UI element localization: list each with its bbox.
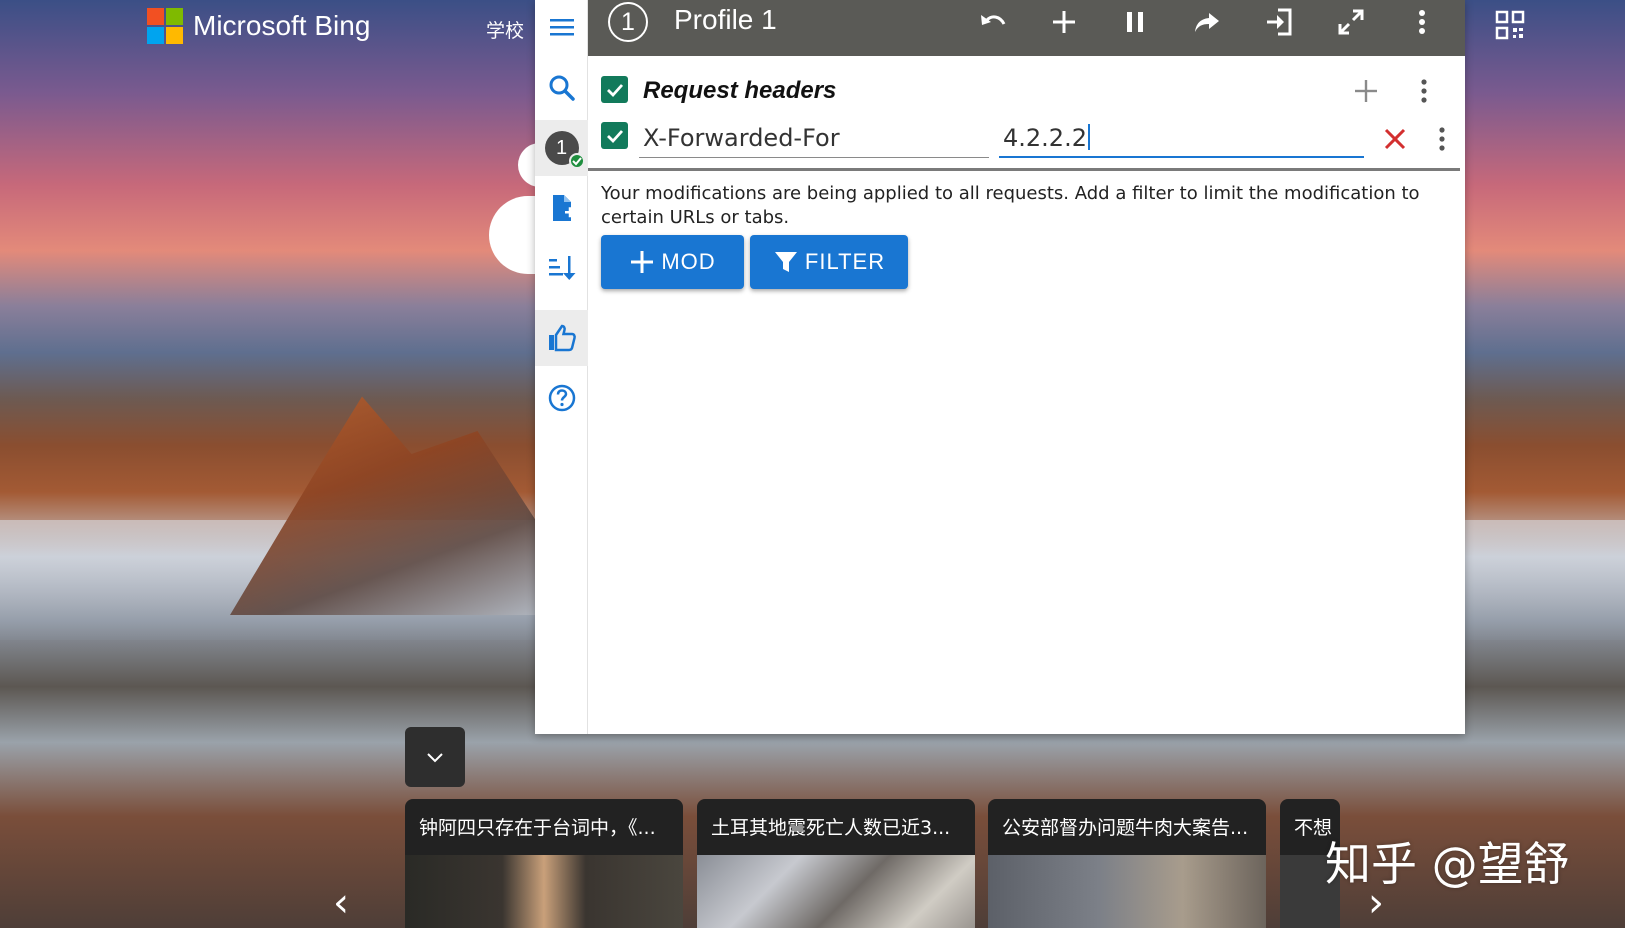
more-vertical-icon [1421, 79, 1427, 103]
sidebar-profile-1[interactable]: 1 [535, 120, 588, 176]
zhihu-watermark: 知乎 @望舒 [1325, 837, 1570, 891]
collapse-feed-button[interactable] [405, 727, 465, 787]
add-filter-button[interactable]: FILTER [750, 235, 908, 289]
share-icon [1195, 13, 1219, 32]
news-thumbnail [697, 855, 975, 928]
modheader-panel: 1 1 Profile 1 Request headers X-Forwarde… [535, 0, 1465, 734]
text-cursor [1087, 124, 1090, 150]
expand-icon [1338, 9, 1364, 35]
add-mod-label: MOD [661, 249, 716, 274]
add-header-button[interactable] [1351, 76, 1381, 106]
header-more-button[interactable] [1427, 124, 1457, 154]
close-icon [1384, 128, 1406, 150]
header-name-input[interactable]: X-Forwarded-For [639, 120, 989, 158]
news-card[interactable]: 钟阿四只存在于台词中，《... [405, 799, 683, 928]
add-profile-button[interactable] [535, 180, 588, 236]
bing-brand-text: Microsoft Bing [193, 10, 371, 41]
section-title: Request headers [643, 77, 837, 104]
request-headers-checkbox[interactable] [601, 76, 628, 103]
profile-number-badge[interactable]: 1 [608, 2, 648, 42]
news-card[interactable]: 公安部督办问题牛肉大案告... [988, 799, 1266, 928]
header-value-input[interactable]: 4.2.2.2 [999, 120, 1364, 158]
delete-header-button[interactable] [1380, 124, 1410, 154]
rate-extension-button[interactable] [535, 310, 588, 366]
pause-icon [1127, 12, 1143, 32]
import-button[interactable] [1263, 6, 1295, 38]
help-icon [548, 384, 575, 412]
add-filter-label: FILTER [804, 249, 886, 274]
header-value-text: 4.2.2.2 [1003, 124, 1087, 152]
undo-button[interactable] [977, 6, 1009, 38]
news-thumbnail [988, 855, 1266, 928]
check-icon [606, 83, 623, 97]
profile-toolbar: 1 Profile 1 [588, 0, 1465, 56]
section-divider [588, 168, 1460, 171]
news-title: 土耳其地震死亡人数已近3... [711, 817, 951, 839]
sort-icon [548, 256, 575, 280]
help-button[interactable] [535, 370, 588, 426]
expand-button[interactable] [1335, 6, 1367, 38]
profile-avatar: 1 [544, 131, 585, 169]
header-enabled-checkbox[interactable] [601, 122, 628, 149]
bing-nav-school[interactable]: 学校 [486, 16, 524, 43]
file-add-icon [552, 195, 575, 221]
hamburger-menu-icon [549, 19, 574, 36]
qr-code-icon[interactable] [1495, 10, 1525, 40]
sort-button[interactable] [535, 240, 588, 296]
profile-name[interactable]: Profile 1 [674, 4, 777, 36]
section-more-button[interactable] [1409, 76, 1439, 106]
more-vertical-icon [1439, 127, 1445, 151]
search-icon [549, 75, 575, 101]
filter-icon [774, 252, 797, 272]
plus-icon [1355, 80, 1377, 102]
chevron-down-icon [427, 753, 443, 763]
check-icon [606, 129, 623, 143]
profile-avatar-number: 1 [555, 136, 568, 159]
thumbs-up-icon [548, 324, 576, 352]
add-modification-toolbar-button[interactable] [1048, 6, 1080, 38]
search-button[interactable] [535, 60, 588, 116]
more-options-button[interactable] [1406, 6, 1438, 38]
microsoft-logo-icon [147, 8, 183, 44]
login-icon [1267, 8, 1292, 36]
extension-sidebar: 1 [535, 0, 588, 734]
header-name-text: X-Forwarded-For [643, 124, 840, 152]
news-thumbnail [405, 855, 683, 928]
news-title: 公安部督办问题牛肉大案告... [1002, 817, 1249, 839]
active-check-icon [568, 153, 585, 169]
bing-brand[interactable]: Microsoft Bing [147, 6, 370, 46]
background-mountain [230, 396, 560, 615]
add-mod-button[interactable]: MOD [601, 235, 744, 289]
pause-button[interactable] [1119, 6, 1151, 38]
carousel-prev-button[interactable]: ‹ [333, 880, 349, 926]
more-vertical-icon [1419, 10, 1425, 34]
plus-icon [631, 251, 654, 273]
news-card[interactable]: 土耳其地震死亡人数已近3... [697, 799, 975, 928]
news-title: 钟阿四只存在于台词中，《... [419, 817, 656, 839]
filter-notice: Your modifications are being applied to … [601, 183, 1420, 228]
request-headers-section: Request headers [601, 74, 1461, 114]
header-row: X-Forwarded-For 4.2.2.2 [601, 120, 1461, 164]
undo-icon [981, 15, 1006, 25]
share-button[interactable] [1191, 6, 1223, 38]
plus-icon [1053, 11, 1075, 33]
menu-button[interactable] [535, 0, 588, 56]
